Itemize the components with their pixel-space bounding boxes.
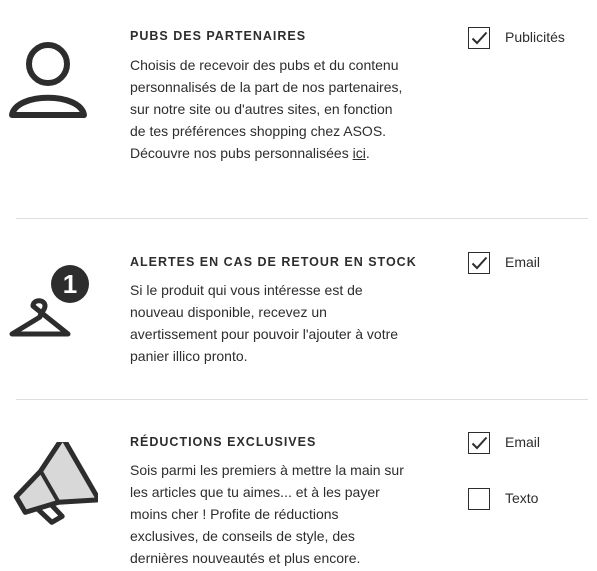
discounts-email-label: Email (505, 434, 541, 450)
section-description: Sois parmi les premiers à mettre la main… (130, 462, 404, 566)
section-title: ALERTES EN CAS DE RETOUR EN STOCK (130, 255, 417, 269)
ads-checkbox[interactable] (468, 27, 490, 49)
checkmark-icon (471, 31, 488, 45)
discounts-text-option[interactable]: Texto (468, 488, 578, 512)
section-title: PUBS DES PARTENAIRES (130, 29, 307, 43)
discounts-email-option[interactable]: Email (468, 432, 578, 456)
ads-option-label: Publicités (505, 29, 565, 45)
section-title: RÉDUCTIONS EXCLUSIVES (130, 435, 317, 449)
section-description: Si le produit qui vous intéresse est de … (130, 282, 399, 364)
checkmark-icon (471, 256, 488, 270)
person-icon (9, 42, 87, 118)
section-partner-ads: PUBS DES PARTENAIRES Choisis de recevoir… (0, 0, 597, 218)
back-in-stock-email-label: Email (505, 254, 541, 270)
checkmark-icon (471, 436, 488, 450)
discounts-text-label: Texto (505, 490, 539, 506)
megaphone-icon (13, 442, 98, 525)
back-in-stock-email-option[interactable]: Email (468, 252, 578, 276)
personalized-ads-link[interactable]: ici (353, 145, 366, 161)
section-exclusive-discounts: RÉDUCTIONS EXCLUSIVES Sois parmi les pre… (0, 400, 597, 571)
hanger-icon: 1 (9, 265, 89, 337)
back-in-stock-email-checkbox[interactable] (468, 252, 490, 274)
section-description: Choisis de recevoir des pubs et du conte… (130, 57, 403, 161)
discounts-text-checkbox[interactable] (468, 488, 490, 510)
section-back-in-stock: 1 ALERTES EN CAS DE RETOUR EN STOCK Si l… (0, 219, 597, 399)
ads-option[interactable]: Publicités (468, 27, 578, 51)
badge-number: 1 (63, 269, 77, 299)
discounts-email-checkbox[interactable] (468, 432, 490, 454)
